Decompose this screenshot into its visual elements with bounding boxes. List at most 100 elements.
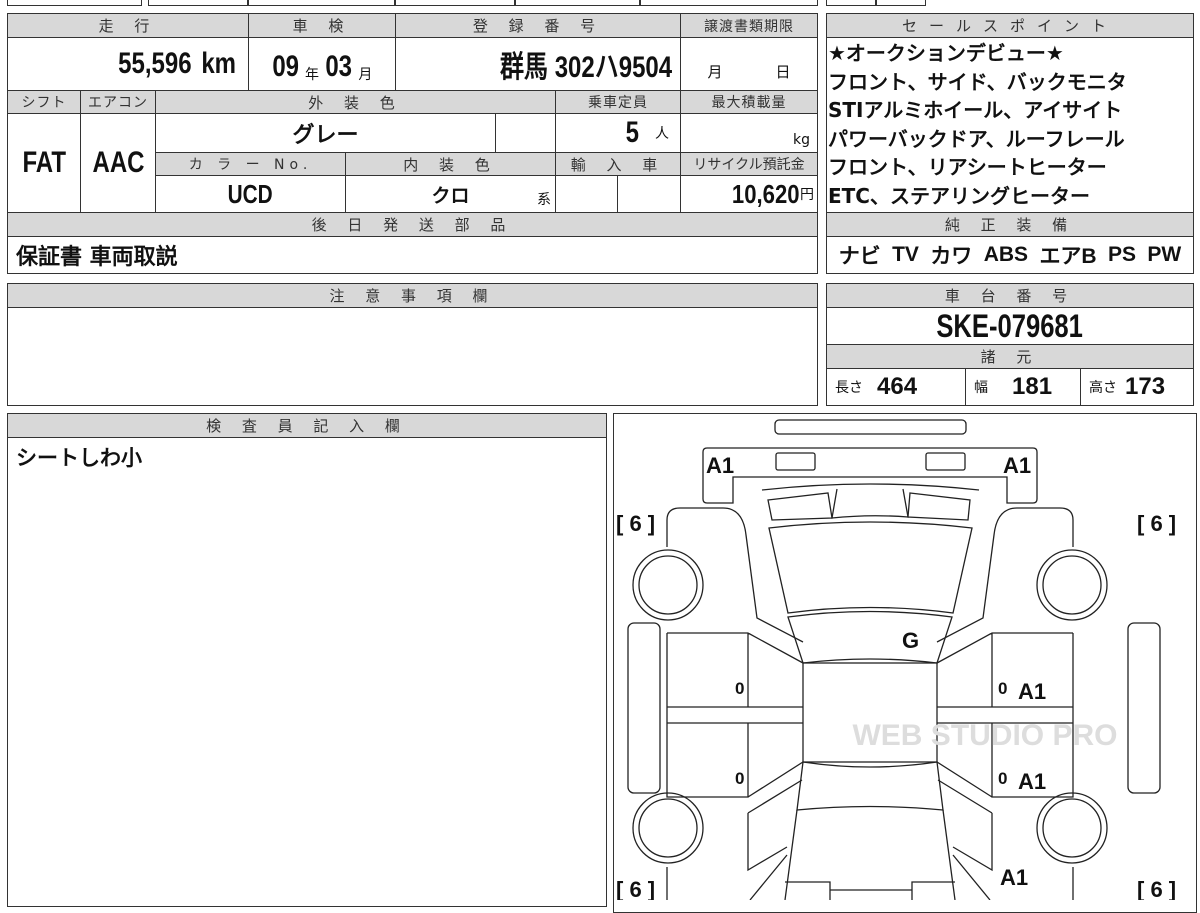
right-side xyxy=(936,507,1161,900)
later-parts-header: 後 日 発 送 部 品 xyxy=(7,212,818,237)
equipment-airbag: エアB xyxy=(1039,245,1097,268)
mark-door-front-right-grade: A1 xyxy=(1018,679,1046,704)
tire-rear-right: [ 6 ] xyxy=(1137,877,1176,900)
equipment-tv: TV xyxy=(892,243,919,266)
grille xyxy=(831,488,909,519)
mileage-cell: 55,596 km xyxy=(7,37,249,91)
notes-header: 注 意 事 項 欄 xyxy=(7,283,818,308)
equipment-header: 純 正 装 備 xyxy=(826,212,1194,237)
spec-height-cell: 高さ 173 xyxy=(1080,368,1194,406)
mark-front-left: A1 xyxy=(706,453,734,478)
spec-height-label: 高さ xyxy=(1089,380,1117,396)
exterior-color-value: グレー xyxy=(292,123,359,148)
shift-cell: FAT xyxy=(7,113,81,213)
sales-point-line: パワーバックドア、ルーフレール xyxy=(828,126,1125,151)
mark-door-front-left: 0 xyxy=(735,679,744,698)
color-no-value: UCD xyxy=(227,178,274,209)
rear-bumper xyxy=(785,881,955,900)
exterior-color-header: 外 装 色 xyxy=(155,90,556,114)
max-load-header: 最大積載量 xyxy=(680,90,818,114)
import-cell-b xyxy=(617,175,681,213)
later-parts-value: 保証書 車両取説 xyxy=(16,245,178,270)
inspection-year: 09 xyxy=(271,50,299,83)
mileage-value: 55,596 xyxy=(118,47,192,80)
transfer-deadline-header: 譲渡書類期限 xyxy=(680,13,818,38)
chassis-header: 車 台 番 号 xyxy=(826,283,1194,308)
color-no-header: カ ラ ー No. xyxy=(155,152,346,176)
mark-front-right: A1 xyxy=(1003,453,1031,478)
registration-header: 登 録 番 号 xyxy=(395,13,681,38)
ac-value: AAC xyxy=(92,146,144,179)
interior-color-value: クロ xyxy=(431,184,470,207)
left-side xyxy=(627,507,804,900)
tire-rear-left: [ 6 ] xyxy=(616,877,655,900)
mileage-header: 走 行 xyxy=(7,13,249,38)
headlight-left xyxy=(775,452,816,471)
transfer-day-unit: 日 xyxy=(775,63,791,81)
mark-rear-right: A1 xyxy=(1000,865,1028,890)
chassis-value: SKE-079681 xyxy=(936,307,1084,344)
car-damage-diagram: WEB STUDIO PRO A1 A1 G 0 0 0 0 A1 A1 A1 … xyxy=(616,419,1176,900)
inspector-header: 検 査 員 記 入 欄 xyxy=(7,413,607,438)
equipment-abs: ABS xyxy=(983,243,1029,266)
transfer-deadline-cell: 月 日 xyxy=(680,37,818,91)
hood xyxy=(768,521,973,614)
equipment-pw: PW xyxy=(1147,243,1182,266)
spec-width-label: 幅 xyxy=(974,380,988,396)
inspection-month: 03 xyxy=(325,50,353,83)
equipment-leather: カワ xyxy=(930,245,973,268)
hood-front-edge xyxy=(761,483,980,491)
import-cell-a xyxy=(555,175,618,213)
shift-value: FAT xyxy=(22,146,66,179)
spec-width-cell: 幅 181 xyxy=(965,368,1081,406)
registration-value: 群馬 302ハ9504 xyxy=(499,51,672,84)
top-strip-cell xyxy=(876,0,926,6)
mark-center: G xyxy=(902,628,919,653)
trunk xyxy=(784,809,956,900)
capacity-header: 乗車定員 xyxy=(555,90,681,114)
sales-points-header: セールスポイント xyxy=(826,13,1194,38)
top-strip-cell xyxy=(640,0,818,6)
mileage-unit: km xyxy=(200,47,236,80)
car-outline xyxy=(627,419,1161,900)
spec-length-label: 長さ xyxy=(835,380,863,396)
capacity-value: 5 xyxy=(625,116,640,149)
spec-length-value: 464 xyxy=(877,373,918,400)
tire-front-left: [ 6 ] xyxy=(616,511,655,536)
shift-header: シフト xyxy=(7,90,81,114)
recycle-unit: 円 xyxy=(800,187,814,203)
recycle-cell: 10,620 円 xyxy=(680,175,818,213)
max-load-unit: kg xyxy=(793,132,810,148)
inspector-value: シートしわ小 xyxy=(16,446,142,470)
import-header: 輸 入 車 xyxy=(555,152,681,176)
sales-point-line: フロント、サイド、バックモニタ xyxy=(828,69,1127,94)
spec-height-value: 173 xyxy=(1125,373,1166,400)
transfer-month-unit: 月 xyxy=(707,63,723,81)
tire-front-right: [ 6 ] xyxy=(1137,511,1176,536)
exterior-color-extra-cell xyxy=(495,113,556,153)
specs-header: 諸 元 xyxy=(826,344,1194,369)
inspection-cell: 09 年 03 月 xyxy=(248,37,396,91)
interior-color-cell: クロ 系 xyxy=(345,175,556,213)
notes-cell xyxy=(7,307,818,406)
top-strip-cell xyxy=(7,0,142,6)
top-strip-cell xyxy=(395,0,515,6)
recycle-value: 10,620 xyxy=(732,178,800,209)
front-lamp-left xyxy=(767,492,833,521)
capacity-cell: 5 人 xyxy=(555,113,681,153)
inspection-header: 車 検 xyxy=(248,13,396,38)
year-unit: 年 xyxy=(305,67,319,83)
top-strip-cell xyxy=(515,0,640,6)
sales-point-line: ETC、ステアリングヒーター xyxy=(828,183,1090,208)
front-panel xyxy=(702,447,1038,504)
front-bumper xyxy=(774,419,967,435)
exterior-color-cell: グレー xyxy=(155,113,496,153)
capacity-unit: 人 xyxy=(655,126,669,142)
windshield xyxy=(787,610,953,664)
rear-window xyxy=(796,761,944,811)
equipment-cell: ナビ TV カワ ABS エアB PS PW xyxy=(826,236,1194,274)
recycle-header: リサイクル預託金 xyxy=(680,152,818,176)
mark-door-rear-right-grade: A1 xyxy=(1018,769,1046,794)
ac-cell: AAC xyxy=(80,113,156,213)
month-unit: 月 xyxy=(358,67,373,83)
